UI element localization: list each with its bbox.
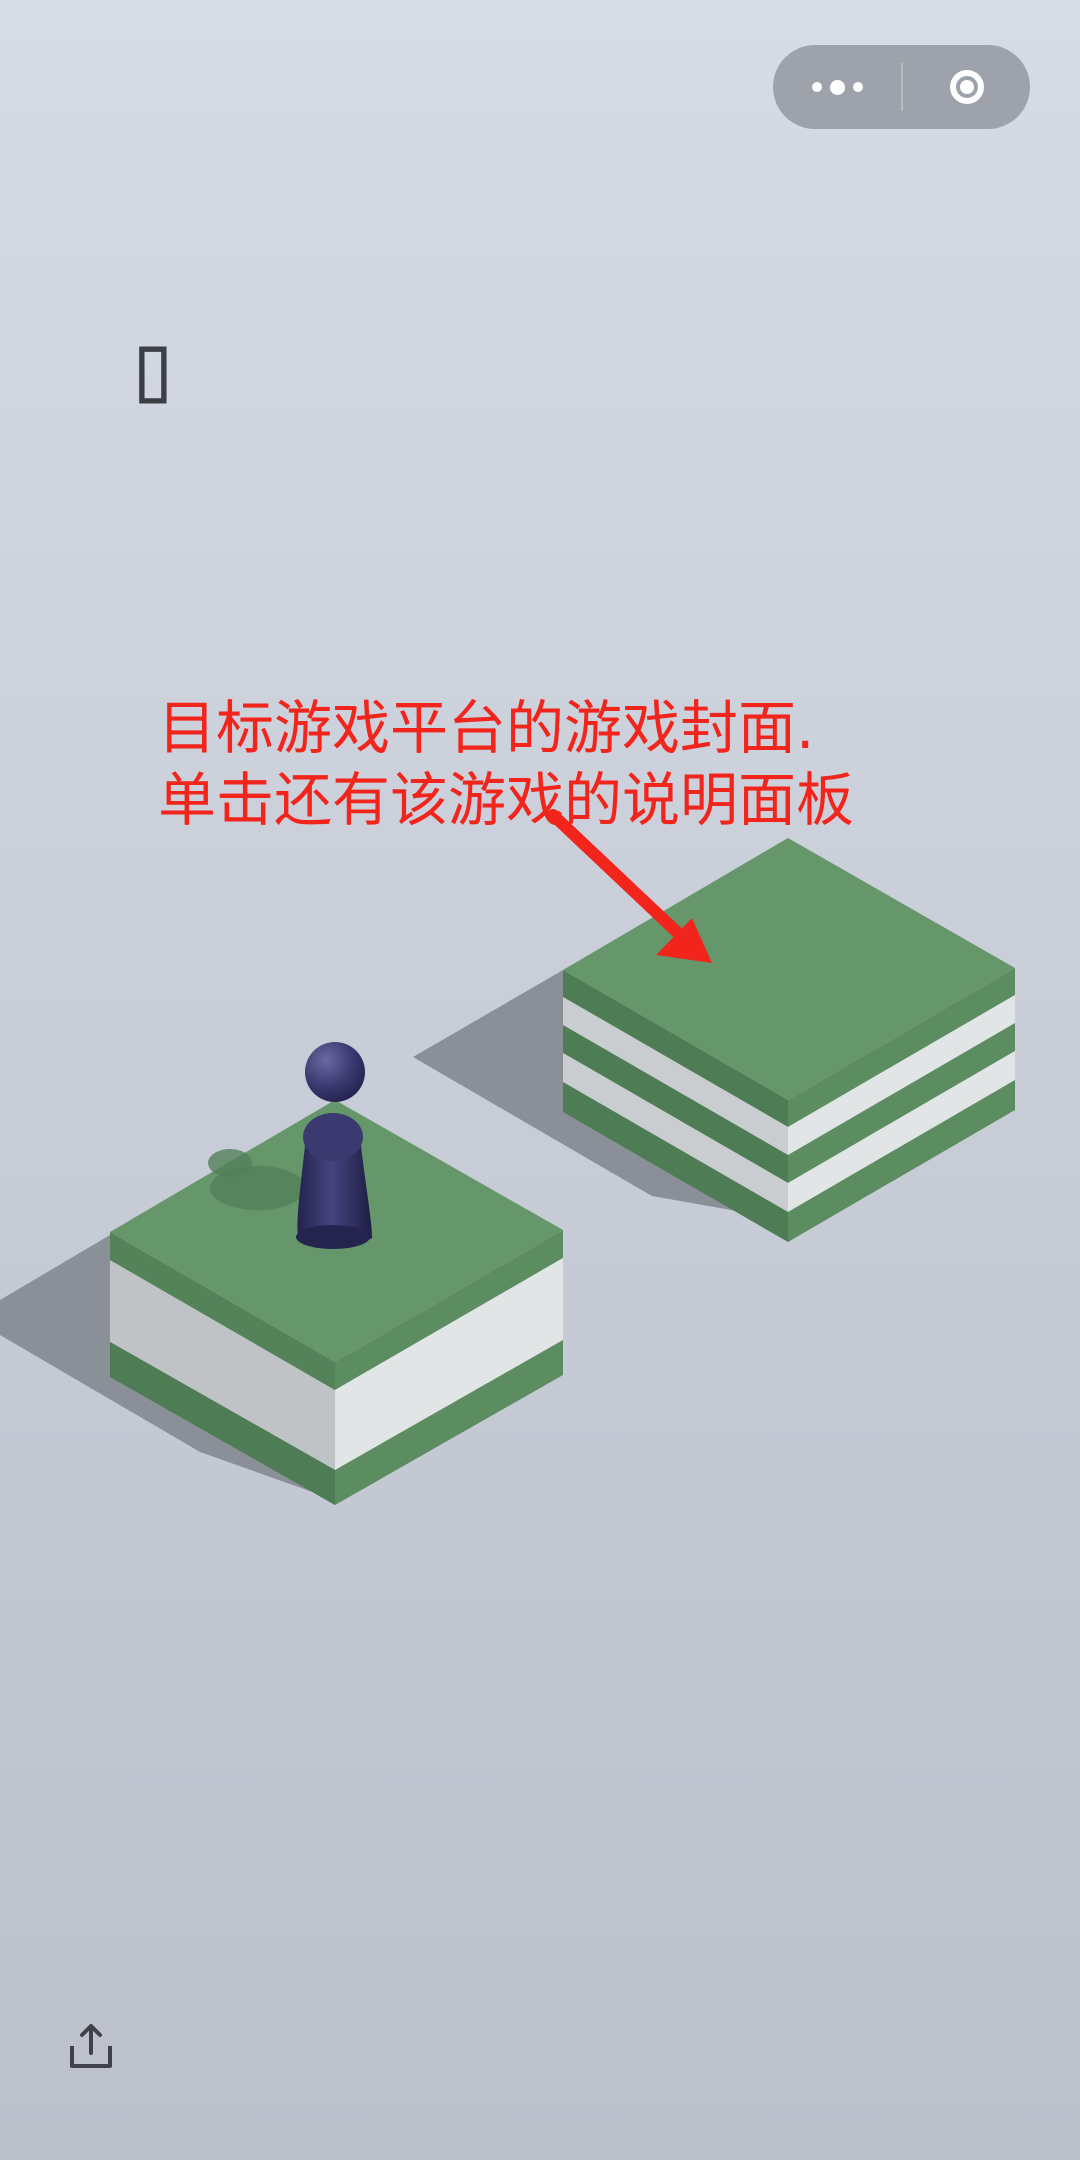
share-upload-icon[interactable] — [68, 2022, 114, 2072]
player-piece — [296, 1042, 372, 1249]
mini-program-capsule — [773, 45, 1030, 129]
annotation-line-1: 目标游戏平台的游戏封面. — [158, 694, 815, 762]
score-display: ▯ — [124, 311, 182, 423]
target-circle-icon — [949, 70, 984, 104]
annotation-text: 目标游戏平台的游戏封面. 单击还有该游戏的说明面板 — [158, 692, 1058, 836]
more-dots-icon — [811, 82, 822, 92]
more-button[interactable] — [773, 45, 901, 129]
annotation-line-2: 单击还有该游戏的说明面板 — [158, 766, 855, 834]
close-button[interactable] — [903, 45, 1030, 129]
